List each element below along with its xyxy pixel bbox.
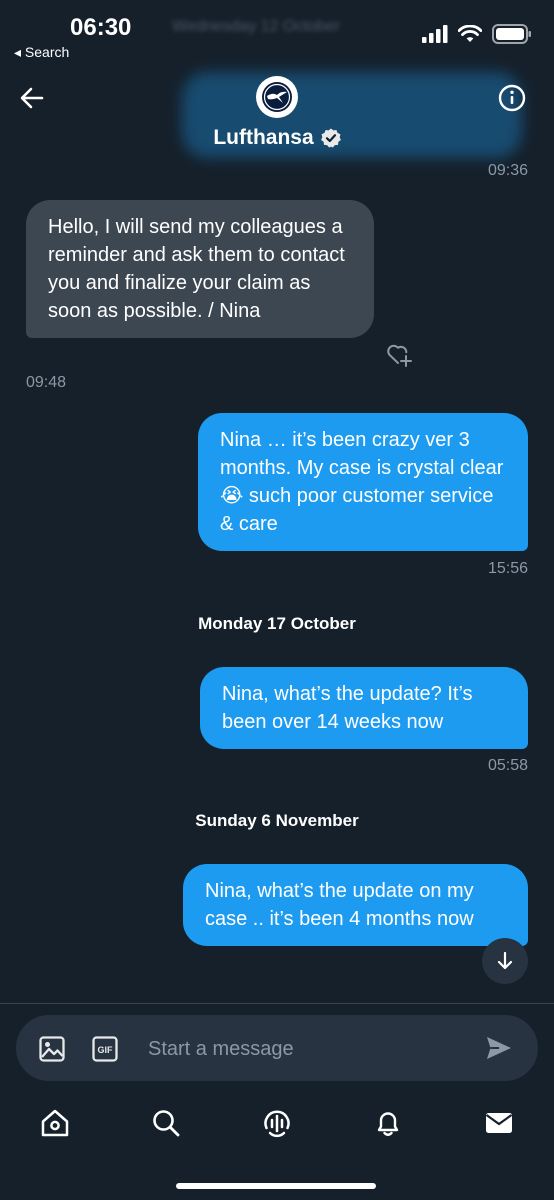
crane-logo-icon xyxy=(262,82,292,112)
notifications-icon xyxy=(377,1112,399,1136)
signal-icon xyxy=(422,25,448,43)
gif-label: GIF xyxy=(98,1045,114,1055)
verified-badge-icon xyxy=(320,128,341,148)
nav-search[interactable] xyxy=(151,1108,181,1138)
home-icon xyxy=(41,1109,69,1137)
nav-messages[interactable] xyxy=(484,1108,514,1138)
battery-icon xyxy=(492,24,531,44)
info-icon[interactable] xyxy=(498,84,526,112)
contact-name-row[interactable]: Lufthansa xyxy=(0,126,554,150)
home-indicator xyxy=(176,1183,376,1189)
incoming-message-bubble[interactable]: Hello, I will send my colleagues a remin… xyxy=(26,200,374,338)
nav-spaces[interactable] xyxy=(262,1108,292,1138)
message-timestamp: 09:48 xyxy=(26,374,67,391)
search-icon xyxy=(153,1110,180,1137)
blurred-day-separator: Wednesday 12 October xyxy=(172,18,340,35)
nav-notifications[interactable] xyxy=(373,1108,403,1138)
day-separator: Sunday 6 November xyxy=(195,811,359,830)
composer-divider xyxy=(0,1003,554,1004)
add-reaction-icon[interactable] xyxy=(386,342,414,368)
send-icon[interactable] xyxy=(486,1036,512,1060)
status-icons xyxy=(422,24,532,44)
day-separator: Monday 17 October xyxy=(198,614,356,633)
message-timestamp: 15:56 xyxy=(487,560,528,577)
message-timestamp: 09:36 xyxy=(487,162,528,179)
arrow-down-icon xyxy=(497,951,513,970)
status-time: 06:30 xyxy=(70,14,132,41)
wifi-icon xyxy=(458,25,482,42)
avatar[interactable] xyxy=(256,76,298,118)
gif-icon[interactable]: GIF xyxy=(92,1036,118,1062)
scroll-to-bottom-button[interactable] xyxy=(482,938,528,984)
outgoing-message-bubble[interactable]: Nina … it’s been crazy ver 3 months. My … xyxy=(198,413,528,551)
messages-icon xyxy=(485,1113,513,1133)
nav-home[interactable] xyxy=(40,1108,70,1138)
spaces-icon xyxy=(264,1110,290,1138)
contact-name: Lufthansa xyxy=(213,126,314,149)
outgoing-message-bubble[interactable]: Nina, what’s the update? It’s been over … xyxy=(200,667,528,749)
message-timestamp: 05:58 xyxy=(487,757,528,774)
outgoing-message-bubble[interactable]: Nina, what’s the update on my case .. it… xyxy=(183,864,528,946)
image-icon[interactable] xyxy=(38,1035,66,1063)
back-to-search-link[interactable]: ◂ Search xyxy=(14,44,69,61)
message-input[interactable] xyxy=(146,1030,470,1068)
back-arrow-icon[interactable] xyxy=(18,84,46,112)
